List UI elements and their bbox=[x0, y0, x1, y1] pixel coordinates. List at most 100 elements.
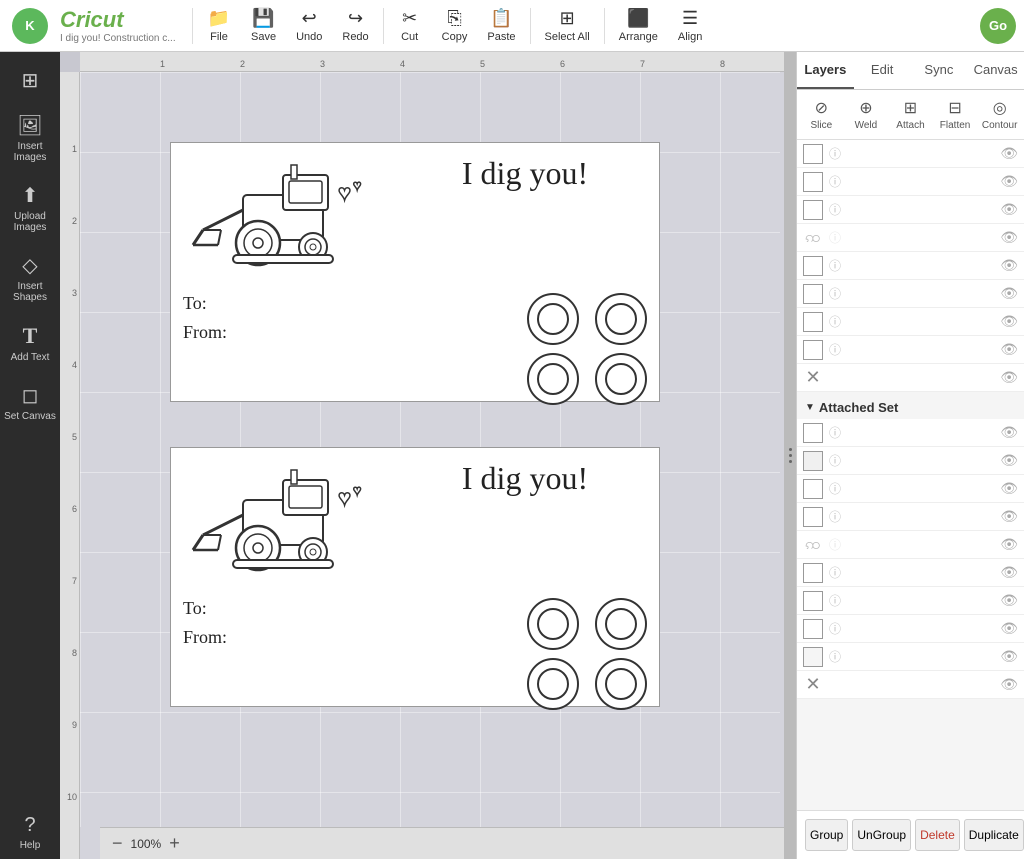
layer-row-4[interactable]: ꩡ ⓘ 👁 bbox=[797, 224, 1024, 252]
zoom-in-button[interactable]: + bbox=[169, 833, 180, 854]
attached-layer-visibility-6[interactable]: 👁 bbox=[1000, 564, 1018, 581]
layer-visibility-4[interactable]: 👁 bbox=[1000, 229, 1018, 246]
attached-layer-row-5[interactable]: ꩡ ⓘ 👁 bbox=[797, 531, 1024, 559]
group-button[interactable]: Group bbox=[805, 819, 848, 851]
attached-layer-visibility-7[interactable]: 👁 bbox=[1000, 592, 1018, 609]
slice-button[interactable]: ⊘ Slice bbox=[799, 94, 844, 135]
user-avatar[interactable]: K bbox=[12, 8, 48, 44]
attached-layer-row-4[interactable]: ⓘ 👁 bbox=[797, 503, 1024, 531]
layer-row-2[interactable]: ⓘ 👁 bbox=[797, 168, 1024, 196]
canvas-content: ♥ ♥ I dig you! To: bbox=[80, 72, 780, 827]
zoom-out-button[interactable]: − bbox=[112, 833, 123, 854]
delete-button[interactable]: Delete bbox=[915, 819, 960, 851]
attached-layer-visibility-9[interactable]: 👁 bbox=[1000, 648, 1018, 665]
layer-row-7[interactable]: ⓘ 👁 bbox=[797, 308, 1024, 336]
doc-title: I dig you! Construction c... bbox=[60, 33, 176, 44]
canvas-scroll[interactable]: ♥ ♥ I dig you! To: bbox=[80, 72, 784, 827]
go-button[interactable]: Go bbox=[980, 8, 1016, 44]
attached-layer-row-3[interactable]: ⓘ 👁 bbox=[797, 475, 1024, 503]
card-2-from: From: bbox=[183, 627, 515, 648]
layer-row-9[interactable]: ✕ 👁 bbox=[797, 364, 1024, 392]
save-label: Save bbox=[251, 31, 276, 43]
tab-sync[interactable]: Sync bbox=[911, 52, 968, 89]
layer-row-6[interactable]: ⓘ 👁 bbox=[797, 280, 1024, 308]
duplicate-button[interactable]: Duplicate bbox=[964, 819, 1024, 851]
attached-layer-row-9[interactable]: ⓘ 👁 bbox=[797, 643, 1024, 671]
contour-button[interactable]: ◎ Contour bbox=[977, 94, 1022, 135]
attached-layer-visibility-3[interactable]: 👁 bbox=[1000, 480, 1018, 497]
layer-visibility-8[interactable]: 👁 bbox=[1000, 341, 1018, 358]
attached-layer-thumb-6 bbox=[803, 563, 823, 583]
attached-layer-info-3: ⓘ bbox=[827, 481, 843, 497]
attached-layer-visibility-4[interactable]: 👁 bbox=[1000, 508, 1018, 525]
sidebar-item-images[interactable]: 🖼 Insert Images bbox=[0, 105, 60, 171]
cut-button[interactable]: ✂ Cut bbox=[388, 4, 432, 47]
attached-layer-row-2[interactable]: ⓘ 👁 bbox=[797, 447, 1024, 475]
attach-button[interactable]: ⊞ Attach bbox=[888, 94, 933, 135]
attached-layer-visibility-8[interactable]: 👁 bbox=[1000, 620, 1018, 637]
attached-layer-visibility-1[interactable]: 👁 bbox=[1000, 424, 1018, 441]
layer-visibility-6[interactable]: 👁 bbox=[1000, 285, 1018, 302]
sidebar-item-new[interactable]: ⊞ bbox=[0, 60, 60, 101]
layer-row-1[interactable]: ⓘ 👁 bbox=[797, 140, 1024, 168]
sidebar-images-label: Insert Images bbox=[4, 141, 56, 163]
canvas-icon: ◻ bbox=[22, 383, 39, 408]
attached-layer-visibility-10[interactable]: 👁 bbox=[1000, 676, 1018, 693]
layer-visibility-5[interactable]: 👁 bbox=[1000, 257, 1018, 274]
copy-button[interactable]: ⎘ Copy bbox=[432, 4, 478, 47]
layer-row-3[interactable]: ⓘ 👁 bbox=[797, 196, 1024, 224]
sidebar-item-help[interactable]: ? Help bbox=[0, 806, 60, 859]
sidebar-item-upload[interactable]: ⬆ Upload Images bbox=[0, 175, 60, 241]
layer-visibility-3[interactable]: 👁 bbox=[1000, 201, 1018, 218]
weld-button[interactable]: ⊕ Weld bbox=[844, 94, 889, 135]
canvas-area[interactable]: 123456789 1234567891011 bbox=[60, 52, 784, 859]
divider-dot-2 bbox=[789, 454, 792, 457]
flatten-icon: ⊟ bbox=[948, 98, 961, 118]
paste-button[interactable]: 📋 Paste bbox=[477, 4, 525, 47]
card-2-illustration: ♥ ♥ bbox=[183, 460, 403, 590]
attached-set-header[interactable]: ▼ Attached Set bbox=[797, 392, 1024, 419]
copy-label: Copy bbox=[442, 31, 468, 43]
align-button[interactable]: ☰ Align bbox=[668, 4, 712, 47]
undo-button[interactable]: ↩ Undo bbox=[286, 4, 332, 47]
sidebar-item-canvas[interactable]: ◻ Set Canvas bbox=[0, 375, 60, 430]
ungroup-button[interactable]: UnGroup bbox=[852, 819, 911, 851]
attached-layer-row-10[interactable]: ✕ 👁 bbox=[797, 671, 1024, 699]
tab-layers[interactable]: Layers bbox=[797, 52, 854, 89]
sidebar-item-text[interactable]: T Add Text bbox=[0, 315, 60, 371]
tab-canvas[interactable]: Canvas bbox=[967, 52, 1024, 89]
layer-visibility-1[interactable]: 👁 bbox=[1000, 145, 1018, 162]
arrange-button[interactable]: ⬛ Arrange bbox=[609, 4, 668, 47]
tab-edit[interactable]: Edit bbox=[854, 52, 911, 89]
svg-text:♥: ♥ bbox=[353, 177, 361, 193]
layer-row-5[interactable]: ⓘ 👁 bbox=[797, 252, 1024, 280]
cricut-logo: Cricut bbox=[60, 7, 176, 33]
attached-layer-row-6[interactable]: ⓘ 👁 bbox=[797, 559, 1024, 587]
sidebar-item-shapes[interactable]: ◇ Insert Shapes bbox=[0, 245, 60, 311]
contour-label: Contour bbox=[982, 120, 1018, 131]
toolbar-separator-2 bbox=[383, 8, 384, 44]
undo-label: Undo bbox=[296, 31, 322, 43]
layer-row-8[interactable]: ⓘ 👁 bbox=[797, 336, 1024, 364]
attached-layer-row-8[interactable]: ⓘ 👁 bbox=[797, 615, 1024, 643]
layer-visibility-7[interactable]: 👁 bbox=[1000, 313, 1018, 330]
layer-visibility-9[interactable]: 👁 bbox=[1000, 369, 1018, 386]
save-button[interactable]: 💾 Save bbox=[241, 4, 286, 47]
layer-info-icon-7: ⓘ bbox=[827, 314, 843, 330]
select-all-button[interactable]: ⊞ Select All bbox=[535, 4, 600, 47]
card-1-circle-inner-2 bbox=[537, 363, 569, 395]
flatten-button[interactable]: ⊟ Flatten bbox=[933, 94, 978, 135]
layer-visibility-2[interactable]: 👁 bbox=[1000, 173, 1018, 190]
attached-layer-row-7[interactable]: ⓘ 👁 bbox=[797, 587, 1024, 615]
redo-button[interactable]: ↪ Redo bbox=[332, 4, 378, 47]
paste-icon: 📋 bbox=[490, 8, 512, 29]
layers-list[interactable]: ⓘ 👁 ⓘ 👁 ⓘ 👁 ꩡ ⓘ 👁 bbox=[797, 140, 1024, 810]
attached-layer-row-1[interactable]: ⓘ 👁 bbox=[797, 419, 1024, 447]
file-menu-button[interactable]: 📁 File bbox=[197, 4, 241, 47]
panel-resize-handle[interactable] bbox=[784, 52, 796, 859]
canvas-inner[interactable]: ♥ ♥ I dig you! To: bbox=[80, 72, 784, 859]
file-icon: 📁 bbox=[208, 8, 230, 29]
card-2-circle-inner-4 bbox=[605, 668, 637, 700]
attached-layer-visibility-2[interactable]: 👁 bbox=[1000, 452, 1018, 469]
attached-layer-visibility-5[interactable]: 👁 bbox=[1000, 536, 1018, 553]
